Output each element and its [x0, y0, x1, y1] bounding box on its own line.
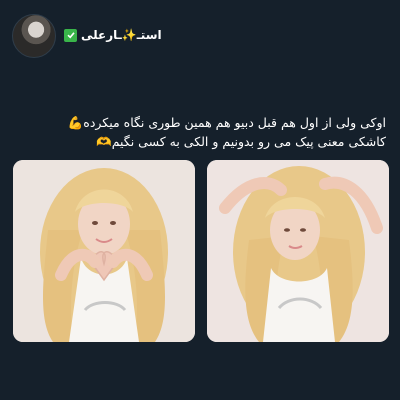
username[interactable]: استـ✨ـارعلی — [81, 28, 162, 42]
tweet-header: استـ✨ـارعلی — [12, 14, 388, 60]
tweet-photo-2[interactable] — [207, 160, 389, 342]
tweet-text: اوکی ولی از اول هم قبل دبیو هم همین طوری… — [18, 113, 386, 151]
tweet-photo-1[interactable] — [13, 160, 195, 342]
tweet-text-line-2: کاشکی معنی پیک می رو بدونیم و الکی به کس… — [96, 134, 386, 149]
user-info[interactable]: استـ✨ـارعلی — [64, 28, 162, 42]
verified-check-icon — [64, 28, 77, 42]
photo-hands-on-head-image — [207, 160, 389, 342]
avatar[interactable] — [12, 14, 56, 58]
photo-heart-hands-image — [13, 160, 195, 342]
tweet-text-line-1: اوکی ولی از اول هم قبل دبیو هم همین طوری… — [67, 115, 386, 130]
